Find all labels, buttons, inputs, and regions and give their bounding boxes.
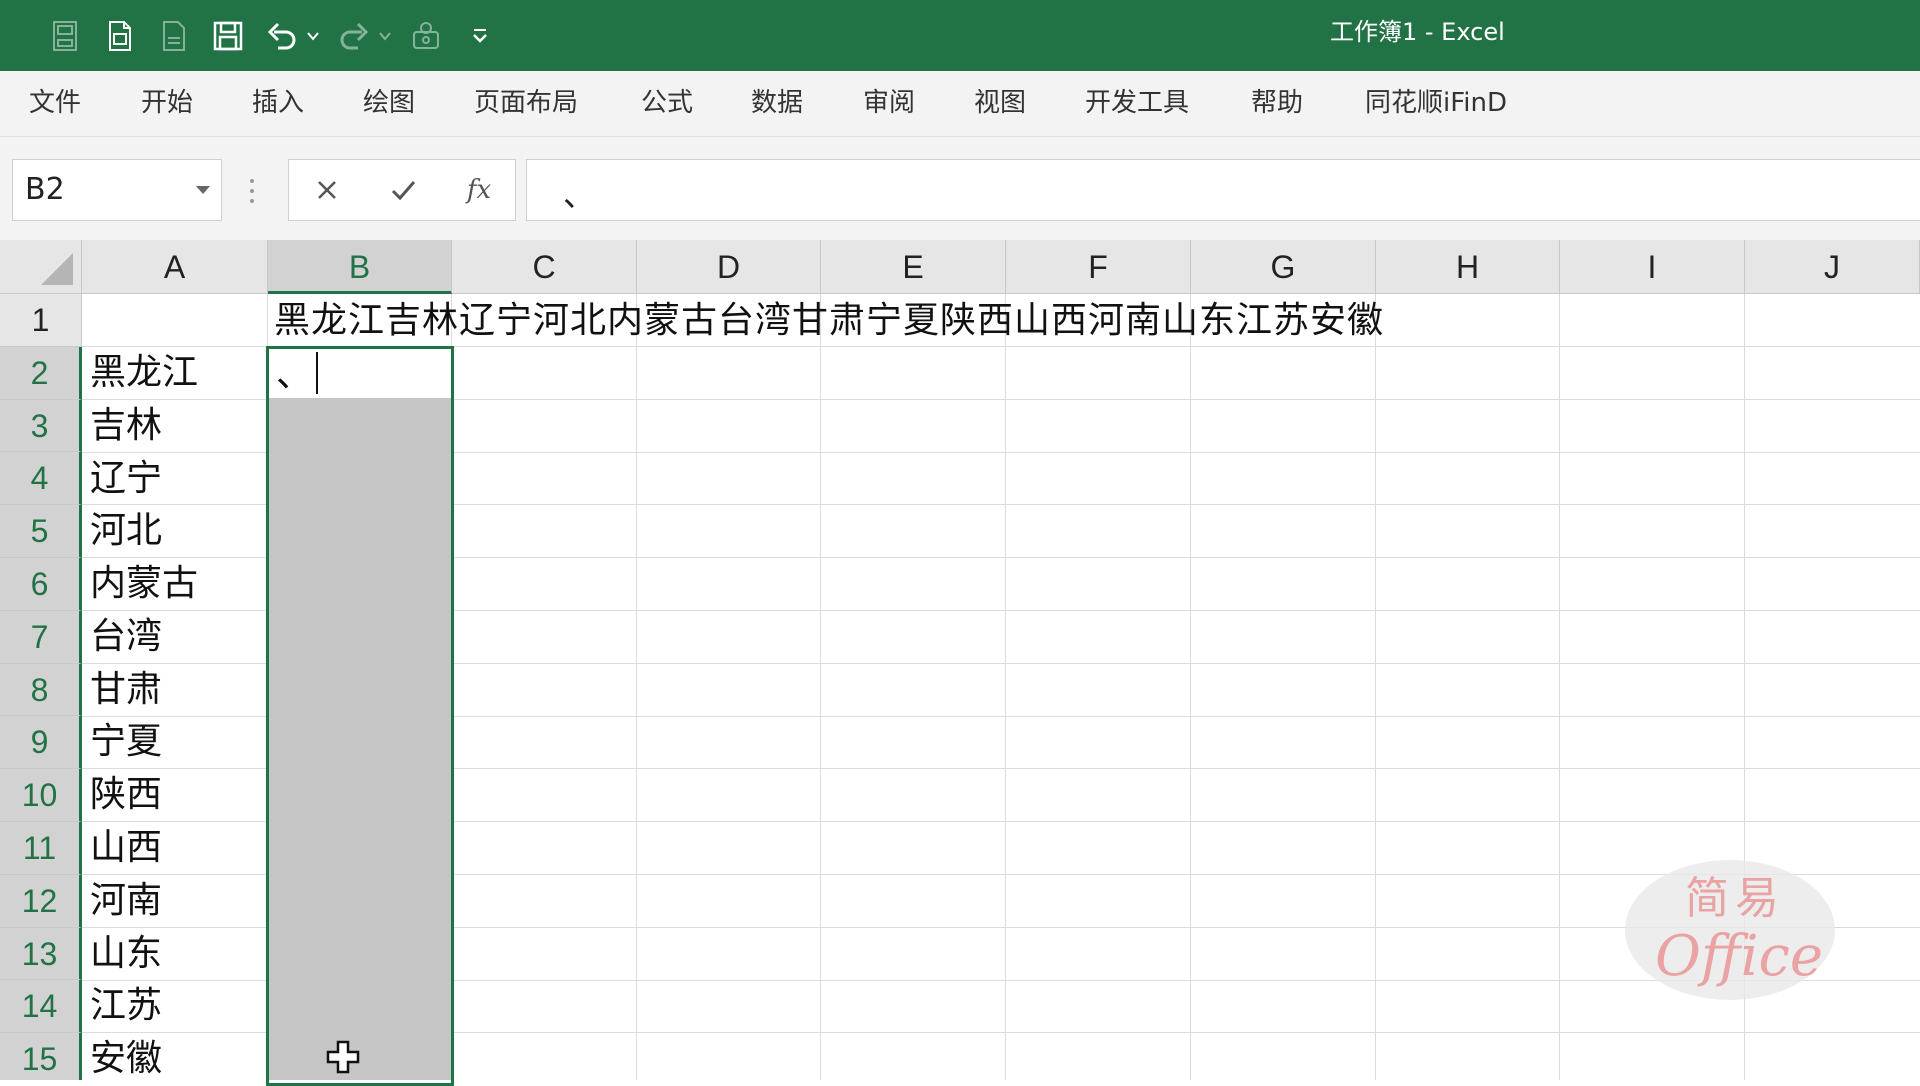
- column-header-j[interactable]: J: [1745, 240, 1920, 294]
- row-header-5[interactable]: 5: [0, 505, 82, 558]
- row-header-13[interactable]: 13: [0, 927, 82, 981]
- select-all-button[interactable]: [0, 240, 82, 294]
- tab-draw[interactable]: 绘图: [363, 71, 415, 136]
- tab-page-layout[interactable]: 页面布局: [474, 71, 578, 136]
- resize-handle-icon[interactable]: [248, 177, 256, 205]
- row-header-2[interactable]: 2: [0, 346, 82, 400]
- row-header-10[interactable]: 10: [0, 769, 82, 822]
- formula-input[interactable]: 、: [526, 159, 1920, 221]
- tab-view[interactable]: 视图: [974, 71, 1026, 136]
- cell-a12[interactable]: 河南: [90, 875, 162, 927]
- cell-a6[interactable]: 内蒙古: [90, 558, 198, 610]
- gridline: [1375, 294, 1376, 1080]
- window-title: 工作簿1 - Excel: [1330, 18, 1505, 46]
- cell-a14[interactable]: 江苏: [90, 980, 162, 1032]
- undo-dropdown-icon[interactable]: [304, 14, 322, 58]
- save-icon[interactable]: [206, 14, 250, 58]
- column-header-b[interactable]: B: [268, 240, 452, 294]
- cell-b1[interactable]: 黑龙江吉林辽宁河北内蒙古台湾甘肃宁夏陕西山西河南山东江苏安徽: [274, 295, 1384, 347]
- tab-formulas[interactable]: 公式: [641, 71, 693, 136]
- cell-a11[interactable]: 山西: [90, 822, 162, 874]
- tab-review[interactable]: 审阅: [863, 71, 915, 136]
- macro-icon[interactable]: [404, 14, 448, 58]
- column-header-g[interactable]: G: [1191, 240, 1376, 294]
- open-file-icon[interactable]: [152, 14, 196, 58]
- tab-help[interactable]: 帮助: [1251, 71, 1303, 136]
- gridline: [1005, 294, 1006, 1080]
- column-header-a[interactable]: A: [82, 240, 268, 294]
- autosave-icon[interactable]: [44, 14, 88, 58]
- column-header-c[interactable]: C: [452, 240, 637, 294]
- column-header-d[interactable]: D: [637, 240, 821, 294]
- column-header-h[interactable]: H: [1376, 240, 1560, 294]
- watermark-bottom-text: Office: [1655, 924, 1823, 989]
- undo-icon[interactable]: [260, 14, 304, 58]
- quick-access-toolbar: [44, 14, 512, 58]
- cell-a3[interactable]: 吉林: [90, 400, 162, 452]
- row-header-12[interactable]: 12: [0, 874, 82, 928]
- cell-a13[interactable]: 山东: [90, 928, 162, 980]
- fx-icon: fx: [466, 175, 492, 205]
- insert-function-button[interactable]: fx: [449, 160, 509, 220]
- cancel-icon[interactable]: [297, 160, 357, 220]
- cell-a5[interactable]: 河北: [90, 505, 162, 557]
- formula-value: 、: [563, 176, 596, 214]
- row-header-1[interactable]: 1: [0, 294, 82, 347]
- row-header-3[interactable]: 3: [0, 399, 82, 453]
- new-file-icon[interactable]: [98, 14, 142, 58]
- row-header-6[interactable]: 6: [0, 558, 82, 611]
- gridline: [1559, 294, 1560, 1080]
- cell-a7[interactable]: 台湾: [90, 611, 162, 663]
- tab-data[interactable]: 数据: [751, 71, 803, 136]
- gridline: [636, 294, 637, 1080]
- redo-dropdown-icon[interactable]: [376, 14, 394, 58]
- cell-a10[interactable]: 陕西: [90, 769, 162, 821]
- cell-a15[interactable]: 安徽: [90, 1033, 162, 1080]
- gridline: [1190, 294, 1191, 1080]
- name-box-value: B2: [25, 172, 65, 207]
- tab-developer[interactable]: 开发工具: [1085, 71, 1189, 136]
- watermark-logo: 简易 Office: [1625, 860, 1835, 1000]
- column-header-e[interactable]: E: [821, 240, 1006, 294]
- column-header-i[interactable]: I: [1560, 240, 1745, 294]
- tab-file[interactable]: 文件: [29, 71, 81, 136]
- row-header-14[interactable]: 14: [0, 980, 82, 1034]
- formula-bar-area: B2 fx 、: [0, 137, 1920, 240]
- name-box[interactable]: B2: [12, 159, 222, 221]
- cell-a4[interactable]: 辽宁: [90, 453, 162, 505]
- row-header-15[interactable]: 15: [0, 1033, 82, 1080]
- row-header-8[interactable]: 8: [0, 663, 82, 717]
- tab-insert[interactable]: 插入: [252, 71, 304, 136]
- gridline: [820, 294, 821, 1080]
- tab-ifind[interactable]: 同花顺iFinD: [1365, 71, 1507, 136]
- cell-a2[interactable]: 黑龙江: [90, 347, 198, 399]
- customize-qat-icon[interactable]: [458, 14, 502, 58]
- tab-home[interactable]: 开始: [141, 71, 193, 136]
- column-header-f[interactable]: F: [1006, 240, 1191, 294]
- cell-a9[interactable]: 宁夏: [90, 716, 162, 768]
- row-header-11[interactable]: 11: [0, 822, 82, 875]
- cell-cursor-plus-icon: [326, 1040, 360, 1074]
- formula-buttons: fx: [288, 159, 516, 221]
- row-header-9[interactable]: 9: [0, 716, 82, 770]
- cell-a8[interactable]: 甘肃: [90, 664, 162, 716]
- chevron-down-icon[interactable]: [195, 184, 211, 196]
- title-bar: 工作簿1 - Excel: [0, 0, 1920, 71]
- selection-border: [266, 346, 454, 1086]
- redo-icon[interactable]: [332, 14, 376, 58]
- row-header-4[interactable]: 4: [0, 452, 82, 506]
- enter-check-icon[interactable]: [373, 160, 433, 220]
- watermark-top-text: 简易: [1685, 873, 1785, 924]
- row-header-7[interactable]: 7: [0, 610, 82, 664]
- ribbon-tabs: 文件 开始 插入 绘图 页面布局 公式 数据 审阅 视图 开发工具 帮助 同花顺…: [0, 71, 1920, 137]
